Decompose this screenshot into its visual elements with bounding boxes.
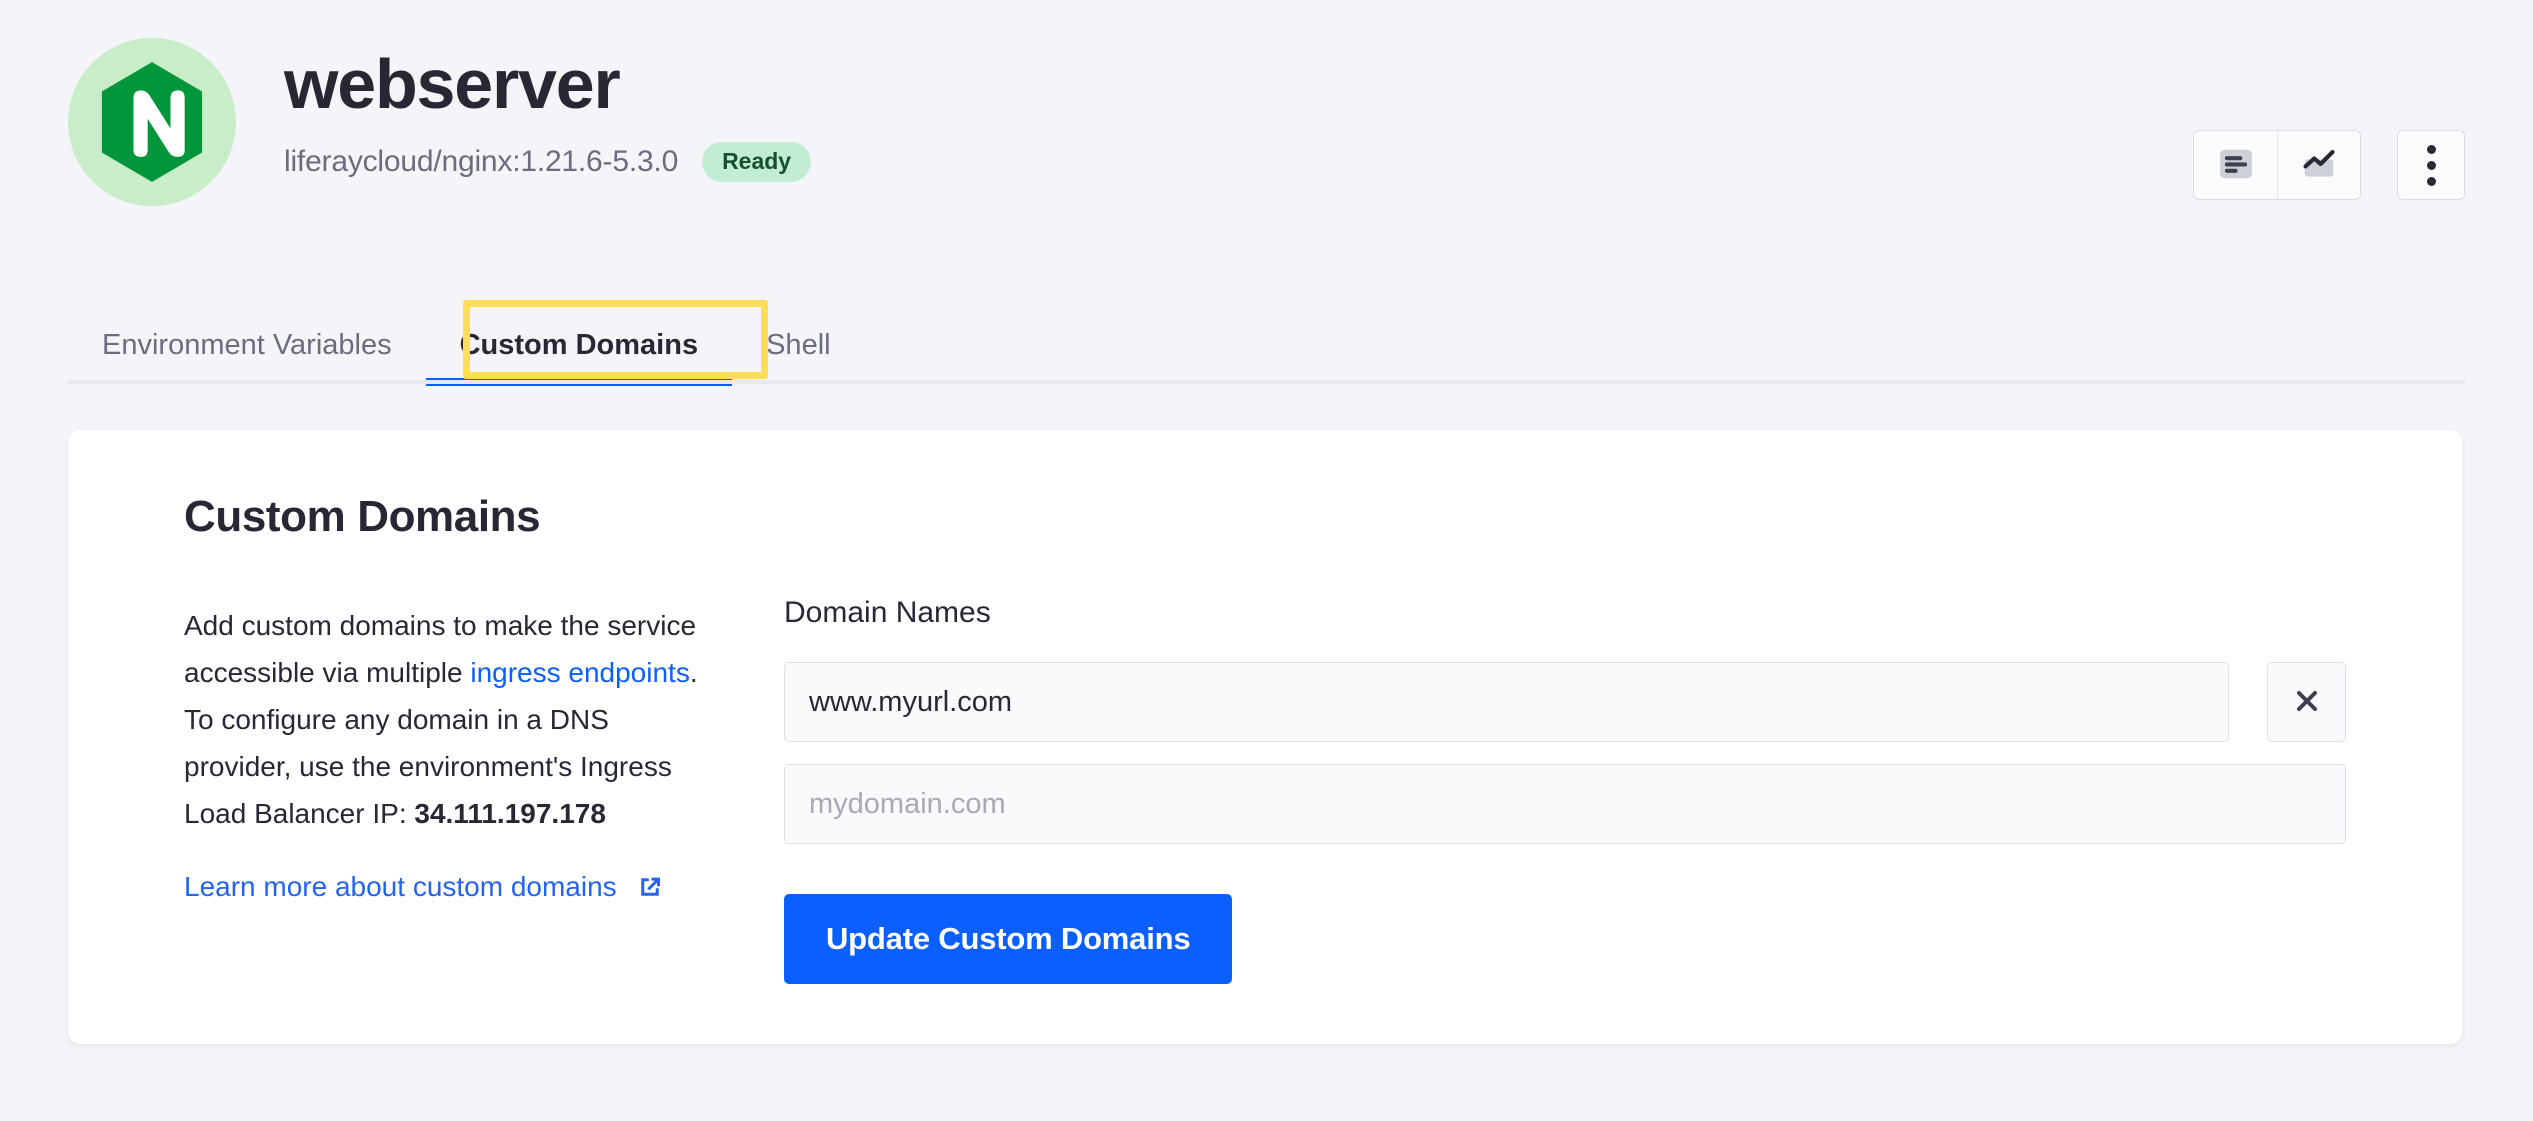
service-identity: webserver liferaycloud/nginx:1.21.6-5.3.…: [68, 36, 812, 206]
remove-domain-button-1[interactable]: [2267, 662, 2346, 742]
learn-more-label: Learn more about custom domains: [184, 871, 617, 902]
header-actions: [2193, 130, 2465, 200]
description-paragraph: Add custom domains to make the service a…: [184, 602, 704, 837]
domain-row-2: [784, 764, 2346, 844]
image-tag: liferaycloud/nginx:1.21.6-5.3.0: [284, 144, 679, 178]
domain-names-label: Domain Names: [784, 596, 991, 629]
status-badge: Ready: [702, 141, 812, 182]
logs-lines-icon: [2217, 145, 2255, 186]
view-toggle-group: [2193, 130, 2361, 200]
page-title: webserver: [284, 45, 621, 123]
domain-input-2[interactable]: [784, 764, 2346, 844]
logs-button[interactable]: [2194, 131, 2277, 199]
domain-row-1: [784, 662, 2346, 742]
tab-divider: [68, 380, 2465, 384]
card-description: Add custom domains to make the service a…: [184, 602, 704, 903]
ingress-endpoints-link[interactable]: ingress endpoints: [470, 657, 689, 688]
tab-shell[interactable]: Shell: [732, 331, 865, 382]
title-block: webserver liferaycloud/nginx:1.21.6-5.3.…: [284, 36, 812, 182]
external-link-icon: [635, 872, 665, 902]
three-dots-vertical-icon: [2426, 144, 2436, 186]
metrics-chart-icon: [2300, 145, 2338, 186]
custom-domains-form: Domain Names Update Custom Domains: [784, 598, 2346, 984]
nginx-hexagon-logo-icon: [68, 38, 236, 206]
tab-custom-domains[interactable]: Custom Domains: [425, 331, 733, 386]
domain-input-1[interactable]: [784, 662, 2230, 742]
learn-more-link[interactable]: Learn more about custom domains: [184, 871, 665, 903]
tab-environment-variables[interactable]: Environment Variables: [68, 331, 426, 382]
service-header: webserver liferaycloud/nginx:1.21.6-5.3.…: [68, 36, 2465, 226]
card-title: Custom Domains: [184, 492, 541, 541]
close-x-icon: [2291, 685, 2323, 720]
tab-bar: Environment Variables Custom Domains She…: [68, 300, 2465, 386]
subtitle-row: liferaycloud/nginx:1.21.6-5.3.0 Ready: [284, 141, 812, 182]
page-root: webserver liferaycloud/nginx:1.21.6-5.3.…: [0, 0, 2533, 1121]
tab-list: Environment Variables Custom Domains She…: [68, 300, 2465, 386]
load-balancer-ip: 34.111.197.178: [414, 798, 606, 829]
more-options-button[interactable]: [2397, 130, 2465, 200]
custom-domains-card: Custom Domains Add custom domains to mak…: [68, 430, 2462, 1044]
metrics-button[interactable]: [2277, 131, 2360, 199]
update-custom-domains-button[interactable]: Update Custom Domains: [784, 894, 1233, 984]
